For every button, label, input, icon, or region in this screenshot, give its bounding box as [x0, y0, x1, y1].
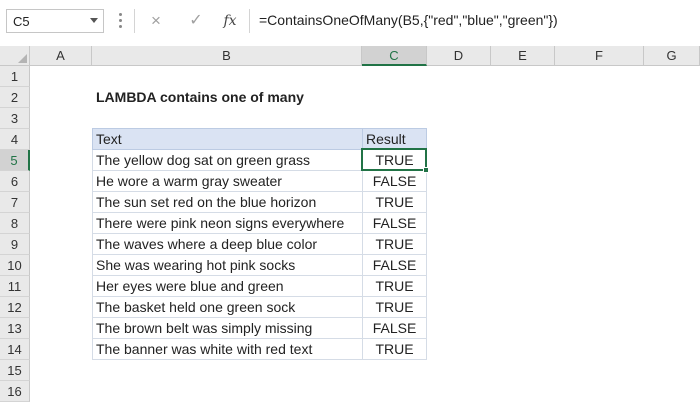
- table-row: He wore a warm gray sweater FALSE: [92, 170, 427, 192]
- text-cell[interactable]: The sun set red on the blue horizon: [92, 191, 363, 213]
- result-cell[interactable]: TRUE: [362, 233, 427, 255]
- row-header[interactable]: 15: [0, 360, 30, 381]
- column-header-e[interactable]: E: [491, 46, 555, 66]
- text-cell[interactable]: The waves where a deep blue color: [92, 233, 363, 255]
- row-header[interactable]: 12: [0, 297, 30, 318]
- table-row: The waves where a deep blue color TRUE: [92, 233, 427, 255]
- name-box-value: C5: [13, 14, 30, 29]
- row-header[interactable]: 4: [0, 129, 30, 150]
- row-header[interactable]: 13: [0, 318, 30, 339]
- row-header[interactable]: 9: [0, 234, 30, 255]
- sheet-title[interactable]: LAMBDA contains one of many: [96, 89, 304, 105]
- cancel-icon[interactable]: ×: [146, 10, 166, 32]
- result-cell[interactable]: FALSE: [362, 317, 427, 339]
- worksheet-grid[interactable]: A B C D E F G 1 2 3 4 5 6 7 8 9 10 11 12…: [0, 46, 700, 402]
- text-cell[interactable]: He wore a warm gray sweater: [92, 170, 363, 192]
- header-result-cell[interactable]: Result: [362, 128, 427, 150]
- column-header-f[interactable]: F: [555, 46, 644, 66]
- chevron-down-icon[interactable]: [90, 18, 98, 23]
- table-row: The banner was white with red text TRUE: [92, 338, 427, 360]
- table-row: The brown belt was simply missing FALSE: [92, 317, 427, 339]
- column-header-g[interactable]: G: [644, 46, 700, 66]
- table-row: Her eyes were blue and green TRUE: [92, 275, 427, 297]
- text-cell[interactable]: The brown belt was simply missing: [92, 317, 363, 339]
- result-cell[interactable]: TRUE: [362, 275, 427, 297]
- select-all-button[interactable]: [0, 46, 30, 66]
- table-row: The yellow dog sat on green grass TRUE: [92, 149, 427, 171]
- table-row: There were pink neon signs everywhere FA…: [92, 212, 427, 234]
- table-row: The sun set red on the blue horizon TRUE: [92, 191, 427, 213]
- fill-handle[interactable]: [423, 167, 429, 173]
- drag-handle-icon[interactable]: [119, 13, 122, 29]
- row-header[interactable]: 6: [0, 171, 30, 192]
- text-cell[interactable]: There were pink neon signs everywhere: [92, 212, 363, 234]
- row-header[interactable]: 1: [0, 66, 30, 87]
- column-header-a[interactable]: A: [30, 46, 92, 66]
- table-header-row: Text Result: [92, 128, 427, 150]
- data-table: Text Result The yellow dog sat on green …: [92, 128, 427, 360]
- name-box[interactable]: C5: [6, 9, 104, 33]
- header-text-cell[interactable]: Text: [92, 128, 363, 150]
- result-cell[interactable]: FALSE: [362, 212, 427, 234]
- row-header[interactable]: 7: [0, 192, 30, 213]
- result-cell[interactable]: TRUE: [362, 338, 427, 360]
- table-row: She was wearing hot pink socks FALSE: [92, 254, 427, 276]
- column-header-b[interactable]: B: [92, 46, 362, 66]
- text-cell[interactable]: The yellow dog sat on green grass: [92, 149, 363, 171]
- row-header[interactable]: 5: [0, 150, 30, 171]
- column-header-c[interactable]: C: [362, 46, 427, 66]
- row-header[interactable]: 11: [0, 276, 30, 297]
- text-cell[interactable]: The basket held one green sock: [92, 296, 363, 318]
- row-header[interactable]: 10: [0, 255, 30, 276]
- row-header[interactable]: 3: [0, 108, 30, 129]
- formula-input[interactable]: =ContainsOneOfMany(B5,{"red","blue","gre…: [259, 12, 558, 28]
- result-cell[interactable]: TRUE: [362, 149, 427, 171]
- row-header[interactable]: 2: [0, 87, 30, 108]
- row-header[interactable]: 14: [0, 339, 30, 360]
- row-header[interactable]: 16: [0, 381, 30, 402]
- text-cell[interactable]: The banner was white with red text: [92, 338, 363, 360]
- result-cell[interactable]: FALSE: [362, 170, 427, 192]
- table-row: The basket held one green sock TRUE: [92, 296, 427, 318]
- formula-bar: C5 × ✓ fx =ContainsOneOfMany(B5,{"red","…: [0, 0, 700, 46]
- result-cell[interactable]: FALSE: [362, 254, 427, 276]
- text-cell[interactable]: Her eyes were blue and green: [92, 275, 363, 297]
- insert-function-icon[interactable]: fx: [220, 10, 240, 32]
- enter-icon[interactable]: ✓: [186, 10, 206, 32]
- column-header-d[interactable]: D: [427, 46, 491, 66]
- text-cell[interactable]: She was wearing hot pink socks: [92, 254, 363, 276]
- row-header[interactable]: 8: [0, 213, 30, 234]
- result-cell[interactable]: TRUE: [362, 296, 427, 318]
- result-cell[interactable]: TRUE: [362, 191, 427, 213]
